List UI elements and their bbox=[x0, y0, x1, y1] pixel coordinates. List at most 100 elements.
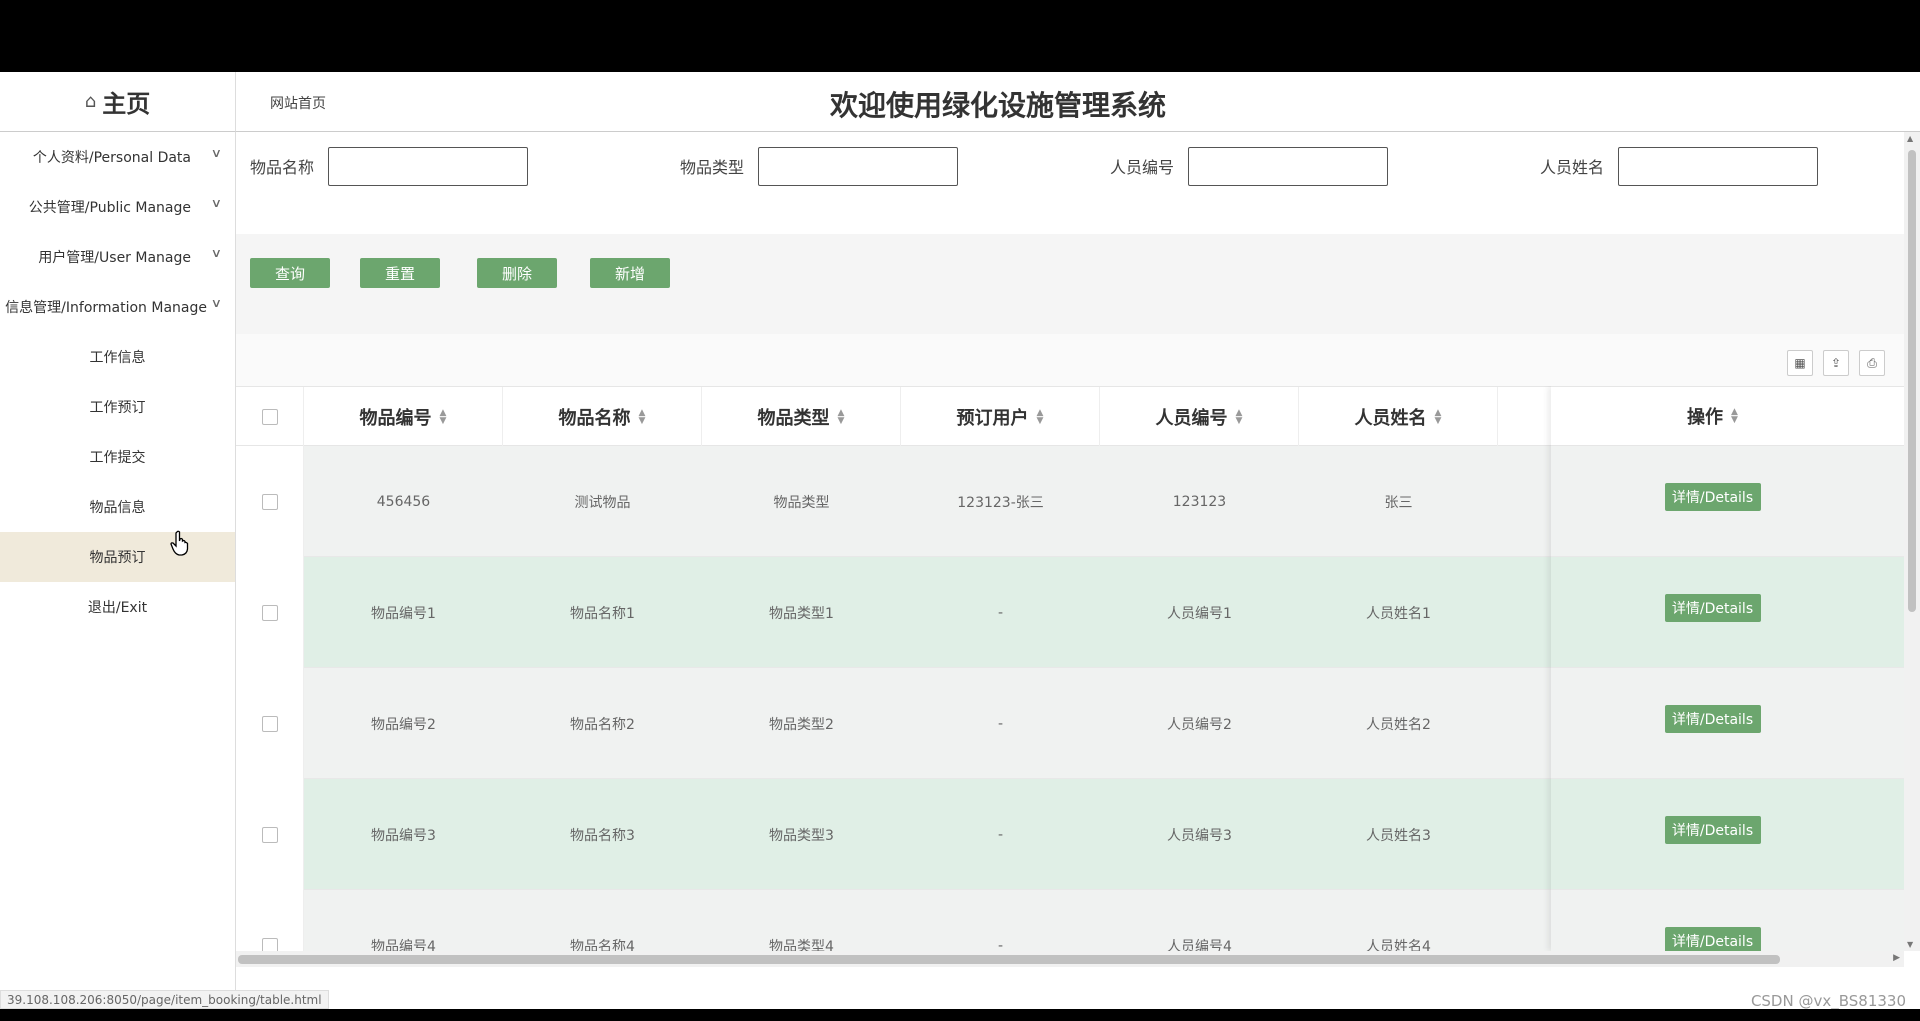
sort-icon[interactable]: ▲ ▼ bbox=[440, 409, 447, 426]
sort-icon[interactable]: ▲ ▼ bbox=[1731, 408, 1738, 425]
watermark: CSDN @vx_BS81330 bbox=[1750, 992, 1906, 1009]
sidebar-item-work-booking[interactable]: 工作预订 bbox=[0, 382, 235, 432]
export-icon[interactable]: ⇪ bbox=[1823, 350, 1849, 376]
home-icon: ⌂ bbox=[84, 91, 97, 112]
cell-item-no: 物品编号3 bbox=[371, 827, 436, 844]
item-name-input[interactable] bbox=[328, 146, 529, 186]
home-label: 主页 bbox=[102, 90, 151, 118]
top-header: 网站首页 欢迎使用绿化设施管理系统 bbox=[236, 72, 1920, 132]
item-type-input[interactable] bbox=[758, 146, 959, 186]
row-select-cell bbox=[236, 779, 304, 890]
search-field-item-type: 物品类型 bbox=[680, 146, 959, 186]
chevron-down-icon: ∨ bbox=[210, 296, 223, 310]
sidebar-group-public-manage[interactable]: 公共管理/Public Manage ∨ bbox=[0, 182, 235, 232]
cell-item-name: 物品名称2 bbox=[570, 716, 635, 733]
action-bar: 查询 重置 删除 新增 bbox=[236, 234, 1904, 334]
chevron-down-icon: ∨ bbox=[210, 146, 223, 160]
sidebar-item-work-info[interactable]: 工作信息 bbox=[0, 332, 235, 382]
header-item-name[interactable]: 物品名称 ▲ ▼ bbox=[503, 387, 702, 447]
row-checkbox[interactable] bbox=[261, 937, 278, 951]
sidebar-item-work-submit[interactable]: 工作提交 bbox=[0, 432, 235, 482]
sort-icon[interactable]: ▲ ▼ bbox=[1037, 409, 1044, 426]
row-select-cell bbox=[236, 557, 304, 668]
row-checkbox[interactable] bbox=[261, 604, 278, 621]
columns-icon[interactable]: ▦ bbox=[1787, 350, 1813, 376]
search-field-staff-no: 人员编号 bbox=[1110, 146, 1389, 186]
table-toolbar: ▦ ⇪ ⎙ bbox=[236, 334, 1904, 386]
header-staff-no[interactable]: 人员编号 ▲ ▼ bbox=[1100, 387, 1299, 447]
row-checkbox[interactable] bbox=[261, 493, 278, 510]
vertical-scrollbar[interactable]: ▲ ▼ bbox=[1904, 132, 1920, 951]
sidebar-item-item-booking[interactable]: 物品预订 bbox=[0, 532, 235, 582]
header-booking-user[interactable]: 预订用户 ▲ ▼ bbox=[901, 387, 1100, 447]
cell-staff-name: 张三 bbox=[1384, 494, 1413, 511]
row-select-cell bbox=[236, 668, 304, 779]
cell-staff-name: 人员姓名2 bbox=[1366, 716, 1431, 733]
staff-name-input[interactable] bbox=[1618, 146, 1819, 186]
cell-staff-no: 人员编号1 bbox=[1167, 605, 1232, 622]
add-button[interactable]: 新增 bbox=[590, 258, 670, 288]
cell-staff-name: 人员姓名4 bbox=[1366, 938, 1431, 952]
vertical-scroll-thumb[interactable] bbox=[1908, 150, 1916, 612]
cell-item-name: 测试物品 bbox=[574, 494, 631, 511]
sidebar-group-information-manage[interactable]: 信息管理/Information Manage ∨ bbox=[0, 282, 235, 332]
sort-icon[interactable]: ▲ ▼ bbox=[838, 409, 845, 426]
header-item-no[interactable]: 物品编号 ▲ ▼ bbox=[304, 387, 503, 447]
chevron-down-icon: ∨ bbox=[210, 246, 223, 260]
scroll-right-icon[interactable]: ▶ bbox=[1893, 953, 1900, 963]
sort-icon[interactable]: ▲ ▼ bbox=[639, 409, 646, 426]
query-button[interactable]: 查询 bbox=[250, 258, 330, 288]
delete-button[interactable]: 删除 bbox=[477, 258, 557, 288]
print-icon[interactable]: ⎙ bbox=[1859, 350, 1885, 376]
search-form: 物品名称 物品类型 人员编号 人员姓名 bbox=[236, 132, 1904, 234]
scroll-up-icon[interactable]: ▲ bbox=[1907, 134, 1913, 143]
cell-item-type: 物品类型 bbox=[773, 494, 830, 511]
fixed-actions-column: 操作 ▲ ▼ 详情/Details 详情/Details 详情/Details 详情/De… bbox=[1551, 386, 1904, 951]
cell-item-name: 物品名称3 bbox=[570, 827, 635, 844]
cell-item-no: 456456 bbox=[376, 493, 431, 510]
cell-item-no: 物品编号1 bbox=[371, 605, 436, 622]
cell-item-type: 物品类型4 bbox=[769, 938, 834, 952]
details-button[interactable]: 详情/Details bbox=[1664, 705, 1761, 733]
hand-cursor-icon bbox=[170, 530, 189, 556]
sidebar-item-exit[interactable]: 退出/Exit bbox=[0, 582, 235, 632]
sidebar-group-user-manage[interactable]: 用户管理/User Manage ∨ bbox=[0, 232, 235, 282]
scroll-down-icon[interactable]: ▼ bbox=[1907, 940, 1913, 949]
horizontal-scroll-thumb[interactable] bbox=[238, 955, 1780, 964]
sidebar-group-personal-data[interactable]: 个人资料/Personal Data ∨ bbox=[0, 132, 235, 182]
select-all-checkbox[interactable] bbox=[261, 409, 278, 425]
row-checkbox[interactable] bbox=[261, 826, 278, 843]
home-link[interactable]: ⌂ 主页 bbox=[0, 72, 236, 132]
actions-cell: 详情/Details bbox=[1551, 890, 1904, 951]
details-button[interactable]: 详情/Details bbox=[1664, 594, 1761, 622]
header-item-type[interactable]: 物品类型 ▲ ▼ bbox=[702, 387, 901, 447]
horizontal-scrollbar[interactable]: ▶ bbox=[236, 951, 1904, 967]
chevron-down-icon: ∨ bbox=[210, 196, 223, 210]
actions-cell: 详情/Details bbox=[1551, 668, 1904, 779]
cell-booking-user: - bbox=[997, 715, 1004, 732]
details-button[interactable]: 详情/Details bbox=[1664, 816, 1761, 844]
cell-staff-no: 人员编号4 bbox=[1167, 938, 1232, 952]
actions-cell: 详情/Details bbox=[1551, 779, 1904, 890]
data-table: 物品编号 ▲ ▼ 物品名称 ▲ ▼ 物品类型 ▲ ▼ 预订用户 ▲ ▼ 人员编号 ▲ ▼ 人员姓名 ▲… bbox=[236, 386, 1904, 951]
sort-icon[interactable]: ▲ ▼ bbox=[1236, 409, 1243, 426]
cell-item-type: 物品类型1 bbox=[769, 605, 834, 622]
details-button[interactable]: 详情/Details bbox=[1664, 927, 1761, 951]
cell-item-type: 物品类型2 bbox=[769, 716, 834, 733]
row-select-cell bbox=[236, 446, 304, 557]
cell-staff-no: 123123 bbox=[1172, 493, 1227, 510]
sort-icon[interactable]: ▲ ▼ bbox=[1435, 409, 1442, 426]
row-select-cell bbox=[236, 890, 304, 951]
staff-no-input[interactable] bbox=[1188, 146, 1389, 186]
reset-button[interactable]: 重置 bbox=[360, 258, 440, 288]
row-checkbox[interactable] bbox=[261, 715, 278, 732]
cell-booking-user: 123123-张三 bbox=[957, 494, 1044, 511]
details-button[interactable]: 详情/Details bbox=[1664, 483, 1761, 511]
header-actions[interactable]: 操作 ▲ ▼ bbox=[1551, 386, 1904, 446]
cell-booking-user: - bbox=[997, 604, 1004, 621]
header-staff-name[interactable]: 人员姓名 ▲ ▼ bbox=[1299, 387, 1498, 447]
sidebar: 个人资料/Personal Data ∨ 公共管理/Public Manage … bbox=[0, 132, 236, 1009]
cell-booking-user: - bbox=[997, 826, 1004, 843]
actions-cell: 详情/Details bbox=[1551, 557, 1904, 668]
sidebar-item-item-info[interactable]: 物品信息 bbox=[0, 482, 235, 532]
